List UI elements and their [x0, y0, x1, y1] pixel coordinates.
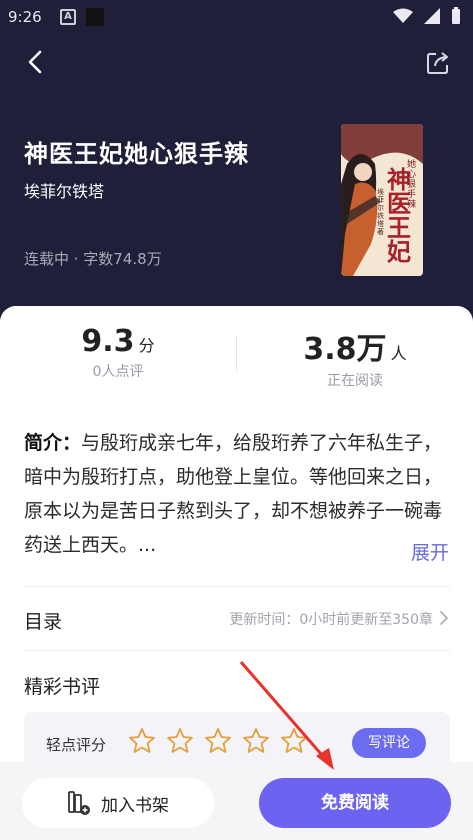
bottom-action-bar: 加入书架 免费阅读 — [0, 762, 473, 840]
reviews-title: 精彩书评 — [24, 676, 101, 698]
wifi-icon — [393, 8, 413, 23]
expand-intro-link[interactable]: 展开 — [400, 538, 449, 565]
rating-value: 9.3 — [81, 324, 135, 359]
chevron-right-icon — [440, 611, 448, 625]
rating-prompt-label: 轻点评分 — [46, 736, 107, 754]
back-arrow-icon[interactable] — [20, 46, 52, 78]
intro-label: 简介： — [24, 432, 82, 454]
stats-panel: 9.3 分 0人点评 3.8万人 正在阅读 — [0, 306, 473, 406]
detail-card: 9.3 分 0人点评 3.8万人 正在阅读 简介：与殷珩成亲七年，给殷珩养了六年私… — [0, 306, 473, 840]
add-to-shelf-button[interactable]: 加入书架 — [22, 778, 214, 828]
rating-stat: 9.3 分 0人点评 — [0, 324, 236, 381]
star-icon[interactable] — [242, 727, 270, 755]
divider — [24, 650, 450, 651]
bookshelf-add-icon — [68, 791, 90, 815]
share-icon[interactable] — [423, 48, 453, 78]
toc-update-text: 更新时间：0小时前更新至350章 — [229, 612, 433, 628]
add-to-shelf-label: 加入书架 — [101, 795, 169, 816]
battery-icon — [452, 7, 460, 24]
star-icon[interactable] — [280, 727, 308, 755]
status-bar: 9:26 A — [0, 0, 473, 36]
rating-unit: 分 — [138, 336, 155, 355]
write-review-button[interactable]: 写评论 — [352, 728, 426, 758]
cover-subtitle: 她心狠手辣 — [407, 160, 417, 210]
book-meta: 连载中 · 字数74.8万 — [24, 250, 162, 268]
readers-unit: 人 — [390, 344, 407, 363]
notification-a-icon: A — [60, 9, 76, 25]
status-icons — [393, 7, 461, 25]
signal-icon — [424, 8, 440, 24]
status-time: 9:26 — [8, 8, 42, 26]
free-read-button[interactable]: 免费阅读 — [259, 778, 451, 828]
intro-text: 与殷珩成亲七年，给殷珩养了六年私生子，暗中为殷珩打点，助他登上皇位。等他回来之日… — [24, 432, 443, 556]
book-author[interactable]: 埃菲尔铁塔 — [24, 178, 104, 202]
star-rating[interactable] — [128, 727, 308, 755]
cover-author: 埃菲尔铁塔 著 — [377, 188, 384, 236]
toc-title: 目录 — [24, 611, 63, 633]
notification-square-icon — [86, 8, 104, 26]
intro-block[interactable]: 简介：与殷珩成亲七年，给殷珩养了六年私生子，暗中为殷珩打点，助他登上皇位。等他回… — [24, 426, 452, 562]
readers-label: 正在阅读 — [327, 373, 383, 389]
book-title: 神医王妃她心狠手辣 — [24, 140, 249, 168]
readers-stat: 3.8万人 正在阅读 — [237, 324, 473, 390]
star-icon[interactable] — [204, 727, 232, 755]
readers-value: 3.8万 — [303, 332, 387, 367]
book-cover: 神医王妃 她心狠手辣 埃菲尔铁塔 著 — [341, 124, 423, 276]
rating-count-label: 0人点评 — [92, 364, 144, 380]
star-icon[interactable] — [128, 727, 156, 755]
divider — [24, 586, 450, 587]
star-icon[interactable] — [166, 727, 194, 755]
